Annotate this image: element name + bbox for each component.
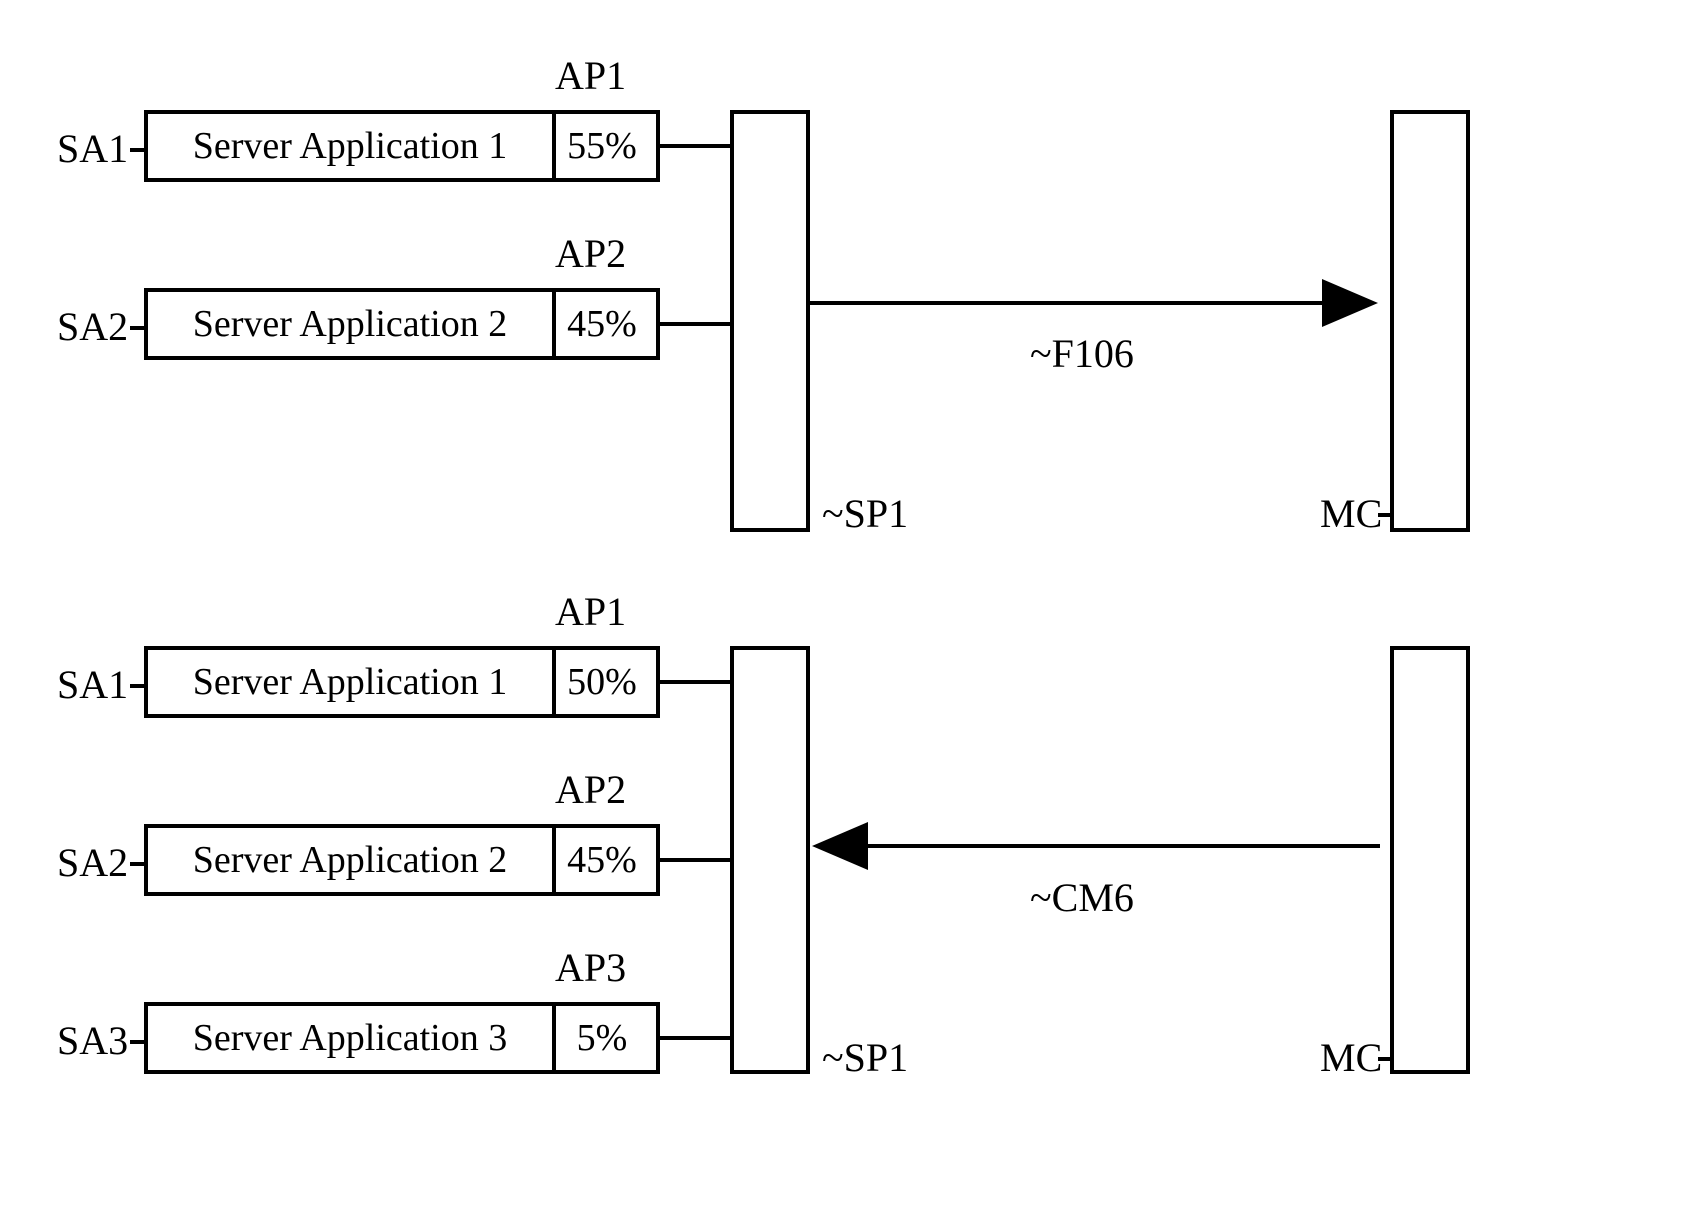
sp-box-1 bbox=[730, 110, 810, 532]
app-box-2a: Server Application 1 50% bbox=[144, 646, 660, 718]
mc-tick-1 bbox=[1378, 513, 1390, 517]
flow-label-1: ~F106 bbox=[1030, 330, 1134, 377]
app-box-1b: Server Application 2 45% bbox=[144, 288, 660, 360]
app-pct-1b: 45% bbox=[548, 292, 656, 356]
app-box-2c: Server Application 3 5% bbox=[144, 1002, 660, 1074]
conn-2c bbox=[660, 1036, 730, 1040]
sa-label-2c: SA3 bbox=[57, 1017, 128, 1064]
sa-label-2a: SA1 bbox=[57, 661, 128, 708]
sa-tick-1a bbox=[130, 148, 144, 152]
arrow-f106 bbox=[810, 285, 1380, 325]
ap-label-2b: AP2 bbox=[555, 766, 626, 813]
ap-label-1a: AP1 bbox=[555, 52, 626, 99]
app-pct-1a: 55% bbox=[548, 114, 656, 178]
sp-box-2 bbox=[730, 646, 810, 1074]
arrow-cm6 bbox=[810, 828, 1390, 868]
sa-tick-2c bbox=[130, 1040, 144, 1044]
sa-tick-2b bbox=[130, 862, 144, 866]
app-name-1b: Server Application 2 bbox=[148, 292, 556, 356]
mc-tick-2 bbox=[1378, 1057, 1390, 1061]
mc-box-1 bbox=[1390, 110, 1470, 532]
sa-tick-1b bbox=[130, 326, 144, 330]
flow-label-2: ~CM6 bbox=[1030, 874, 1134, 921]
ap-label-1b: AP2 bbox=[555, 230, 626, 277]
app-pct-2a: 50% bbox=[548, 650, 656, 714]
mc-label-1: MC bbox=[1320, 490, 1382, 537]
sa-label-1a: SA1 bbox=[57, 125, 128, 172]
app-name-2b: Server Application 2 bbox=[148, 828, 556, 892]
sa-label-1b: SA2 bbox=[57, 303, 128, 350]
app-name-2a: Server Application 1 bbox=[148, 650, 556, 714]
app-pct-2c: 5% bbox=[548, 1006, 656, 1070]
app-name-1a: Server Application 1 bbox=[148, 114, 556, 178]
mc-label-2: MC bbox=[1320, 1034, 1382, 1081]
app-box-1a: Server Application 1 55% bbox=[144, 110, 660, 182]
sp-label-2: ~SP1 bbox=[822, 1034, 908, 1081]
ap-label-2a: AP1 bbox=[555, 588, 626, 635]
conn-1a bbox=[660, 144, 730, 148]
app-pct-2b: 45% bbox=[548, 828, 656, 892]
conn-2b bbox=[660, 858, 730, 862]
app-box-2b: Server Application 2 45% bbox=[144, 824, 660, 896]
sp-label-1: ~SP1 bbox=[822, 490, 908, 537]
sa-label-2b: SA2 bbox=[57, 839, 128, 886]
app-name-2c: Server Application 3 bbox=[148, 1006, 556, 1070]
conn-1b bbox=[660, 322, 730, 326]
conn-2a bbox=[660, 680, 730, 684]
diagram-canvas: AP1 AP2 SA1 SA2 Server Application 1 55%… bbox=[0, 0, 1686, 1209]
mc-box-2 bbox=[1390, 646, 1470, 1074]
ap-label-2c: AP3 bbox=[555, 944, 626, 991]
sa-tick-2a bbox=[130, 684, 144, 688]
